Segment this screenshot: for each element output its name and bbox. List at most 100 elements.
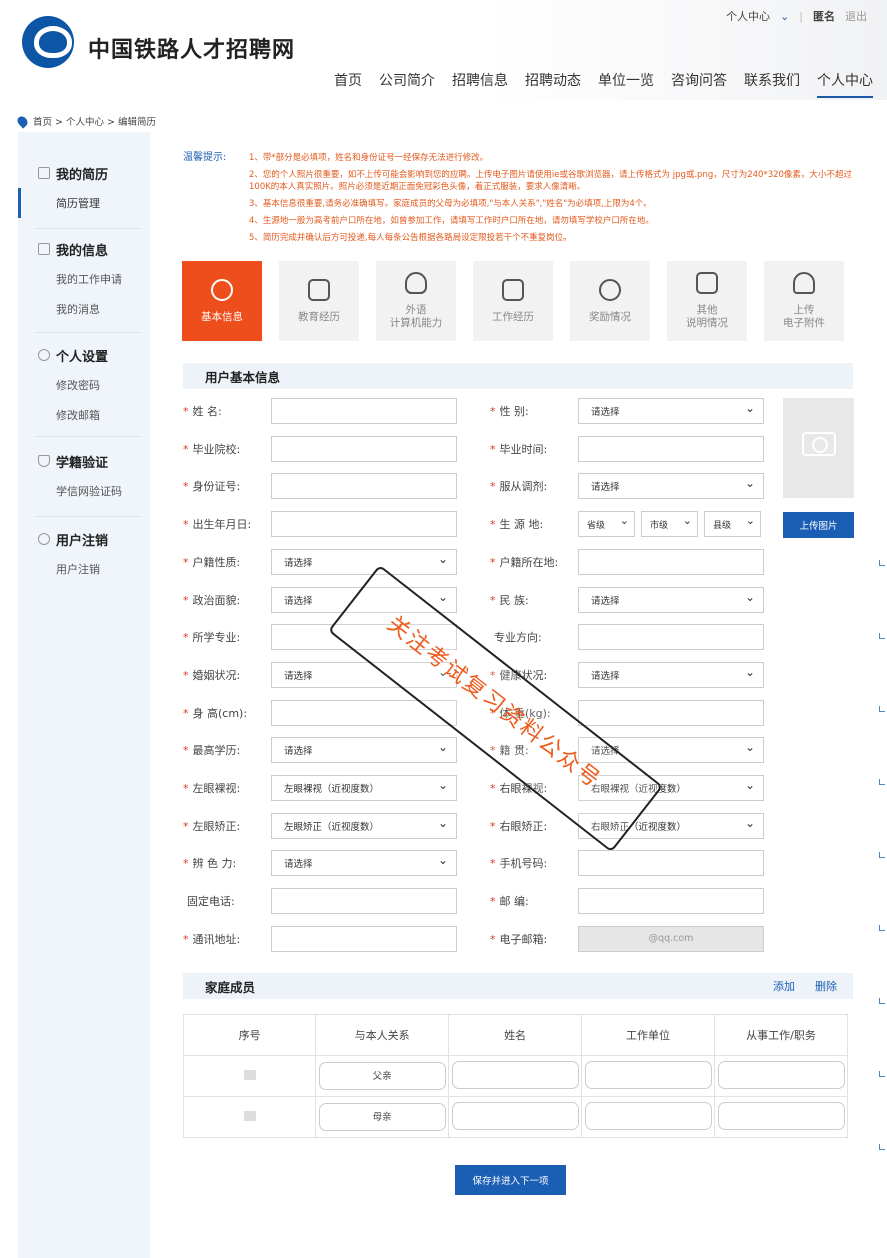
- label-text: 身 高(cm):: [192, 706, 248, 720]
- sidebar-item-chsi-code[interactable]: 学信网验证码: [18, 476, 150, 506]
- required-mark: *: [183, 593, 189, 607]
- save-next-button[interactable]: 保存并进入下一项: [455, 1165, 566, 1195]
- sidebar-item-messages[interactable]: 我的消息: [18, 294, 150, 324]
- photo-placeholder[interactable]: [783, 398, 854, 498]
- delete-family-button[interactable]: 删除: [815, 978, 837, 994]
- nav-about[interactable]: 公司简介: [379, 70, 435, 98]
- select-field[interactable]: 请选择: [578, 586, 764, 613]
- sidebar-item-change-email[interactable]: 修改邮箱: [18, 400, 150, 430]
- select-field[interactable]: 请选择: [271, 737, 457, 764]
- required-mark: *: [490, 857, 496, 871]
- name-field[interactable]: [451, 1101, 579, 1130]
- tab-work-experience[interactable]: 工作经历: [473, 261, 553, 341]
- breadcrumb-text[interactable]: 首页 > 个人中心 > 编辑简历: [33, 114, 156, 128]
- text-input[interactable]: [578, 699, 764, 726]
- sidebar-item-change-password[interactable]: 修改密码: [18, 370, 150, 400]
- text-input[interactable]: [271, 473, 457, 500]
- text-input[interactable]: @qq.com: [578, 925, 764, 952]
- add-family-button[interactable]: 添加: [773, 978, 795, 994]
- text-input[interactable]: [578, 624, 764, 651]
- region-select[interactable]: 市级: [641, 511, 698, 538]
- user-center-link[interactable]: 个人中心: [726, 8, 770, 24]
- chevron-down-icon[interactable]: ⌄: [780, 10, 789, 23]
- column-header: 姓名: [448, 1014, 583, 1056]
- text-input[interactable]: [271, 398, 457, 424]
- nav-contact[interactable]: 联系我们: [744, 70, 800, 98]
- row-checkbox[interactable]: [243, 1110, 256, 1121]
- nav-home[interactable]: 首页: [334, 70, 362, 98]
- workplace-field[interactable]: [584, 1101, 712, 1130]
- text-input[interactable]: [271, 925, 457, 952]
- label-text: 所学专业:: [192, 631, 241, 645]
- region-select[interactable]: 省级: [578, 511, 635, 538]
- form-field: * 电子邮箱: @qq.com: [490, 925, 764, 952]
- sidebar-group-verify: 学籍验证 学信网验证码: [18, 446, 150, 506]
- text-input[interactable]: [271, 435, 457, 462]
- row-checkbox[interactable]: [243, 1069, 256, 1080]
- text-input[interactable]: [271, 699, 457, 726]
- field-label: * 左眼裸视:: [183, 780, 271, 796]
- tab-awards[interactable]: 奖励情况: [570, 261, 650, 341]
- text-input[interactable]: [578, 548, 764, 575]
- nav-news[interactable]: 招聘动态: [525, 70, 581, 98]
- text-input[interactable]: [578, 435, 764, 462]
- upload-photo-button[interactable]: 上传图片: [783, 512, 854, 538]
- select-field[interactable]: 请选择: [578, 737, 764, 764]
- tab-basic-info[interactable]: 基本信息: [182, 261, 262, 341]
- relation-field[interactable]: 母亲: [318, 1103, 446, 1131]
- tab-education[interactable]: 教育经历: [279, 261, 359, 341]
- resume-tabs: 基本信息 教育经历 外语 计算机能力 工作经历 奖励情况 其他 说明情况 上传 …: [182, 261, 844, 341]
- sidebar-item-cancel-account[interactable]: 用户注销: [18, 554, 150, 584]
- form-field: * 毕业时间:: [490, 435, 764, 462]
- name-field[interactable]: [451, 1060, 579, 1089]
- text-input[interactable]: [578, 850, 764, 877]
- nav-qa[interactable]: 咨询问答: [671, 70, 727, 98]
- form-field: * 姓 名:: [183, 398, 457, 424]
- nav-personal-center[interactable]: 个人中心: [817, 70, 873, 98]
- select-field[interactable]: 左眼矫正（近视度数）: [271, 812, 457, 839]
- label-text: 户籍性质:: [192, 555, 241, 569]
- divider: [36, 228, 140, 229]
- select-field[interactable]: 请选择: [271, 850, 457, 877]
- select-field[interactable]: 请选择: [578, 661, 764, 688]
- position-field[interactable]: [717, 1101, 845, 1130]
- select-field[interactable]: 请选择: [271, 586, 457, 613]
- tab-upload-attachment[interactable]: 上传 电子附件: [764, 261, 844, 341]
- text-input[interactable]: [271, 511, 457, 538]
- form-field: * 民 族: 请选择: [490, 586, 764, 613]
- position-field[interactable]: [717, 1060, 845, 1089]
- main-nav: 首页 公司简介 招聘信息 招聘动态 单位一览 咨询问答 联系我们 个人中心: [334, 70, 873, 98]
- site-title: 中国铁路人才招聘网: [88, 38, 296, 63]
- username: 匿名: [813, 10, 835, 23]
- logout-link[interactable]: 退出: [845, 8, 867, 24]
- text-input[interactable]: [271, 888, 457, 915]
- tip-item: 2、您的个人照片很重要，如不上传可能会影响到您的应聘。上传电子图片请使用ie或谷…: [249, 170, 852, 192]
- form-field: * 籍 贯: 请选择: [490, 737, 764, 764]
- relation-field[interactable]: 父亲: [318, 1062, 446, 1090]
- label-text: 民 族:: [499, 593, 529, 607]
- sidebar-item-resume-manage[interactable]: 简历管理: [18, 188, 150, 218]
- select-field[interactable]: 右眼裸视（近视度数）: [578, 775, 764, 801]
- select-field[interactable]: 请选择: [271, 661, 457, 688]
- sidebar-item-applications[interactable]: 我的工作申请: [18, 264, 150, 294]
- tab-other-notes[interactable]: 其他 说明情况: [667, 261, 747, 341]
- region-select[interactable]: 县级: [704, 511, 761, 538]
- select-field[interactable]: 请选择: [271, 548, 457, 575]
- nav-jobs[interactable]: 招聘信息: [452, 70, 508, 98]
- text-input[interactable]: [271, 624, 457, 651]
- breadcrumb: 首页 > 个人中心 > 编辑简历: [15, 113, 156, 129]
- select-field[interactable]: 请选择: [578, 473, 764, 500]
- tab-language-computer[interactable]: 外语 计算机能力: [376, 261, 456, 341]
- tip-item: 3、基本信息很重要,请务必准确填写。家庭成员的父母为必填项,"与本人关系","姓…: [249, 199, 652, 209]
- railway-logo-icon[interactable]: [22, 16, 74, 68]
- required-mark: *: [183, 744, 189, 758]
- workplace-field[interactable]: [584, 1060, 712, 1089]
- camera-icon: [802, 432, 836, 456]
- text-input[interactable]: [578, 888, 764, 915]
- field-label: * 毕业时间:: [490, 441, 578, 457]
- required-mark: *: [490, 480, 496, 494]
- nav-units[interactable]: 单位一览: [598, 70, 654, 98]
- select-field[interactable]: 左眼裸视（近视度数）: [271, 775, 457, 801]
- select-field[interactable]: 请选择: [578, 398, 764, 424]
- select-field[interactable]: 右眼矫正（近视度数）: [578, 812, 764, 839]
